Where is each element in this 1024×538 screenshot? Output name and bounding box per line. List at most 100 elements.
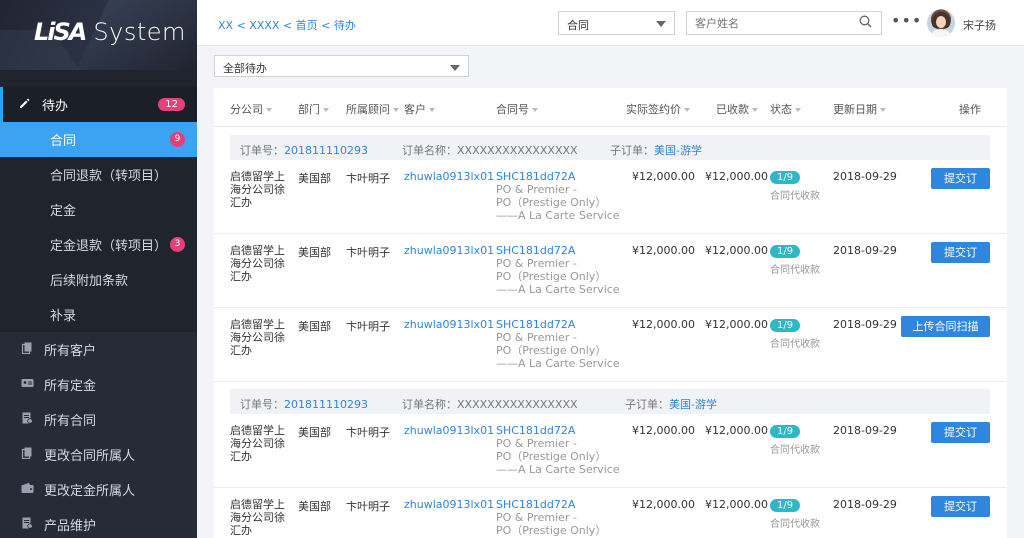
- order-number-link[interactable]: 201811110293: [284, 398, 368, 411]
- column-header[interactable]: 实际签约价: [626, 101, 690, 117]
- customer-link[interactable]: zhuwla0913lx01: [404, 424, 494, 437]
- sort-icon: [429, 108, 435, 112]
- column-header-label: 状态: [770, 103, 792, 116]
- customer-link[interactable]: zhuwla0913lx01: [404, 170, 494, 183]
- contract-number-link[interactable]: SHC181dd72A: [496, 424, 620, 437]
- id-card-icon: [20, 377, 34, 392]
- sub-order-link[interactable]: 美国-游学: [654, 144, 702, 157]
- department-cell: 美国部: [298, 320, 331, 333]
- contract-number-link[interactable]: SHC181dd72A: [496, 318, 620, 331]
- column-header: 操作: [959, 101, 981, 117]
- column-header[interactable]: 所属顾问: [346, 101, 399, 117]
- submit-order-button[interactable]: 提交订单: [931, 496, 990, 534]
- todo-filter-select[interactable]: 全部待办: [214, 55, 469, 77]
- sidebar: LiSA System 待办 12 合同 9 合同退款（转项目） 定金定金退款（转项目）…: [0, 0, 197, 538]
- sidebar-subitem[interactable]: 合同 9: [0, 122, 197, 157]
- status-badge: 1/9: [770, 499, 801, 512]
- order-number-link[interactable]: 201811110293: [284, 144, 368, 157]
- sidebar-item[interactable]: 所有定金: [0, 367, 197, 402]
- column-header-label: 合同号: [496, 103, 529, 116]
- more-icon[interactable]: •••: [891, 11, 922, 30]
- sort-icon: [323, 108, 329, 112]
- column-header-label: 分公司: [230, 103, 263, 116]
- signed-price-cell: ¥12,000.00: [632, 170, 695, 183]
- chevron-down-icon: [450, 65, 460, 71]
- sidebar-item[interactable]: 产品维护: [0, 507, 197, 538]
- branch-cell: 启德留学上海分公司徐汇办: [230, 244, 285, 283]
- status-note: 合同代收款: [770, 519, 820, 530]
- contract-number-link[interactable]: SHC181dd72A: [496, 244, 620, 257]
- type-select[interactable]: 合同: [558, 11, 675, 35]
- sub-order-link[interactable]: 美国-游学: [669, 398, 717, 411]
- submit-order-button[interactable]: 提交订单: [931, 168, 990, 206]
- sidebar-subitem-label: 定金: [50, 204, 77, 219]
- column-header-label: 操作: [959, 103, 981, 116]
- column-header[interactable]: 分公司: [230, 101, 272, 117]
- order-group-header: 订单号：201811110293 订单名称：XXXXXXXXXXXXXXXX 子订单…: [230, 135, 990, 160]
- sidebar-subitem-label: 后续附加条款: [50, 274, 129, 289]
- status-cell: 1/9 合同代收款: [770, 498, 820, 530]
- status-cell: 1/9 合同代收款: [770, 170, 820, 202]
- sort-icon: [684, 108, 690, 112]
- branch-cell: 启德留学上海分公司徐汇办: [230, 498, 285, 537]
- column-header[interactable]: 合同号: [496, 101, 538, 117]
- breadcrumb[interactable]: XX < XXXX < 首页 < 待办: [218, 17, 356, 33]
- sidebar-subitem[interactable]: 合同退款（转项目）: [0, 157, 197, 192]
- contract-number-link[interactable]: SHC181dd72A: [496, 170, 620, 183]
- column-header[interactable]: 更新日期: [833, 101, 886, 117]
- brand-name: LiSA System: [34, 18, 186, 46]
- sidebar-item[interactable]: 所有合同: [0, 402, 197, 437]
- sidebar-subitem[interactable]: 补录: [0, 297, 197, 332]
- status-note: 合同代收款: [770, 265, 820, 276]
- status-cell: 1/9 合同代收款: [770, 244, 820, 276]
- avatar[interactable]: [927, 9, 955, 37]
- menu-group-todo[interactable]: 待办 12: [0, 87, 197, 122]
- contract-product-line: PO（Prestige Only）: [496, 344, 607, 357]
- sidebar-subitem[interactable]: 后续附加条款: [0, 262, 197, 297]
- customer-link[interactable]: zhuwla0913lx01: [404, 318, 494, 331]
- contract-product-line: PO & Premier -: [496, 183, 577, 196]
- update-date-cell: 2018-09-29: [833, 318, 897, 331]
- count-badge: 9: [170, 132, 185, 147]
- table-row: 启德留学上海分公司徐汇办 美国部 卞叶明子 zhuwla0913lx01 SHC181d…: [214, 234, 1007, 308]
- column-header[interactable]: 部门: [298, 101, 329, 117]
- status-badge: 1/9: [770, 425, 801, 438]
- sort-icon: [532, 108, 538, 112]
- update-date-cell: 2018-09-29: [833, 170, 897, 183]
- sort-icon: [752, 108, 758, 112]
- upload-scan-button[interactable]: 上传合同扫描件: [901, 316, 990, 354]
- customer-search-input[interactable]: [686, 11, 882, 35]
- table-header: 分公司 部门 所属顾问 客户 合同号 实际签约价 已收款 状态 更新日期 操作: [214, 88, 1007, 127]
- contract-cell: SHC181dd72A PO & Premier - PO（Prestige Onl…: [496, 424, 620, 476]
- customer-link[interactable]: zhuwla0913lx01: [404, 244, 494, 257]
- sub-order-label: 子订单：: [625, 398, 669, 411]
- contract-number-link[interactable]: SHC181dd72A: [496, 498, 620, 511]
- signed-price-cell: ¥12,000.00: [632, 244, 695, 257]
- update-date-cell: 2018-09-29: [833, 498, 897, 511]
- column-header[interactable]: 已收款: [716, 101, 758, 117]
- sort-icon: [795, 108, 801, 112]
- search-icon[interactable]: [859, 15, 872, 28]
- user-name[interactable]: 宋子扬: [963, 17, 996, 33]
- sidebar-item[interactable]: 更改合同所属人: [0, 437, 197, 472]
- sidebar-item[interactable]: 所有客户: [0, 332, 197, 367]
- customer-link[interactable]: zhuwla0913lx01: [404, 498, 494, 511]
- table-row: 启德留学上海分公司徐汇办 美国部 卞叶明子 zhuwla0913lx01 SHC181d…: [214, 414, 1007, 488]
- contract-product-line: PO（Prestige Only）: [496, 270, 607, 283]
- column-header[interactable]: 状态: [770, 101, 801, 117]
- copy-icon: [20, 447, 34, 462]
- column-header[interactable]: 客户: [404, 101, 435, 117]
- column-header-label: 客户: [404, 103, 426, 116]
- sidebar-item[interactable]: 更改定金所属人: [0, 472, 197, 507]
- sidebar-subitem-label: 定金退款（转项目）: [50, 239, 168, 254]
- status-badge: 1/9: [770, 171, 801, 184]
- submit-order-button[interactable]: 提交订单: [931, 242, 990, 280]
- branch-cell: 启德留学上海分公司徐汇办: [230, 318, 285, 357]
- advisor-cell: 卞叶明子: [346, 320, 390, 333]
- column-header-label: 实际签约价: [626, 103, 681, 116]
- received-cell: ¥12,000.00: [705, 424, 768, 437]
- sidebar-subitem[interactable]: 定金退款（转项目） 3: [0, 227, 197, 262]
- submit-order-button[interactable]: 提交订单: [931, 422, 990, 460]
- status-badge: 1/9: [770, 245, 801, 258]
- sidebar-subitem[interactable]: 定金: [0, 192, 197, 227]
